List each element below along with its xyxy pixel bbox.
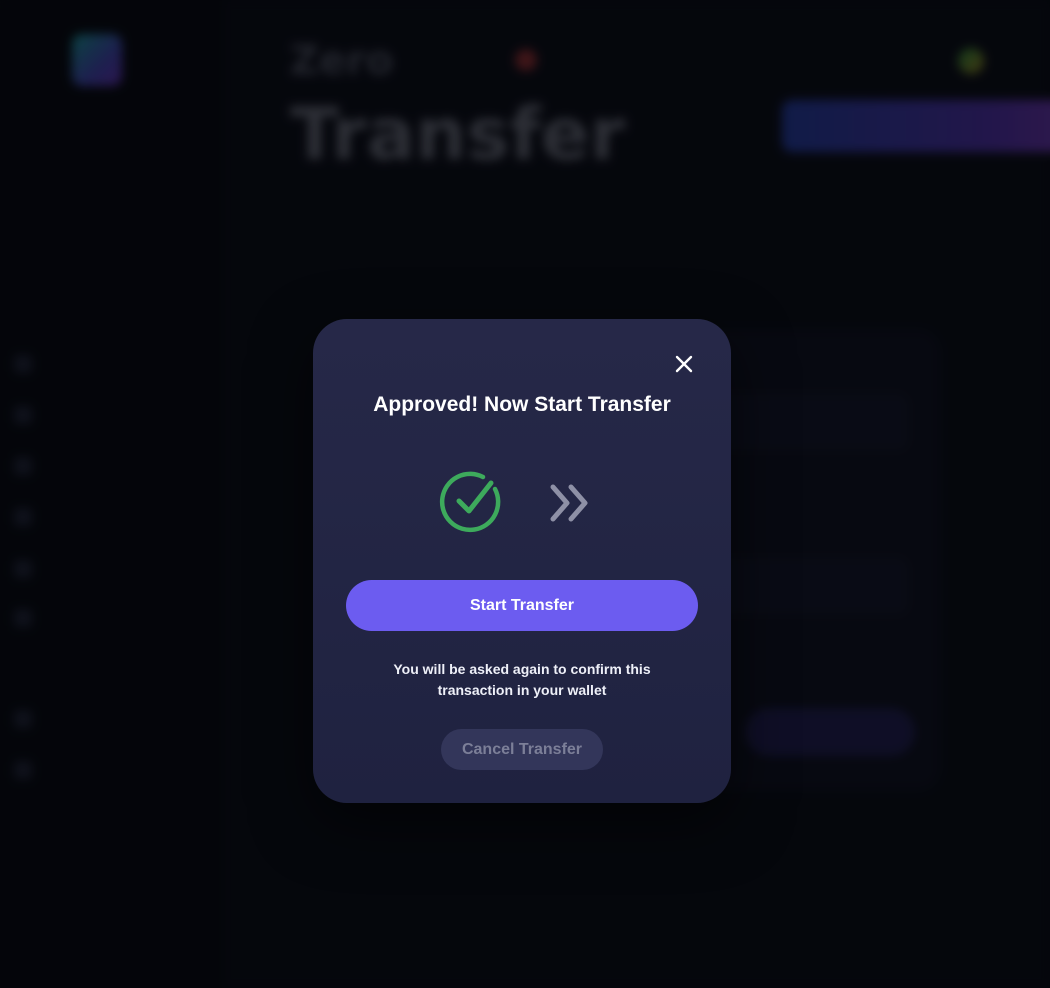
status-icons xyxy=(313,469,731,535)
check-circle-icon xyxy=(439,471,501,533)
close-icon xyxy=(675,355,693,373)
modal-title: Approved! Now Start Transfer xyxy=(373,393,671,416)
close-button[interactable] xyxy=(671,351,697,377)
double-chevron-right-icon xyxy=(550,484,588,522)
app-root: Zero Transfer Approved! Now Start Transf… xyxy=(0,0,1050,988)
transfer-modal: Approved! Now Start Transfer Start Trans… xyxy=(313,319,731,803)
start-transfer-button[interactable]: Start Transfer xyxy=(346,580,698,631)
wallet-confirm-note: You will be asked again to confirm this … xyxy=(393,661,651,698)
cancel-transfer-button[interactable]: Cancel Transfer xyxy=(441,729,603,770)
